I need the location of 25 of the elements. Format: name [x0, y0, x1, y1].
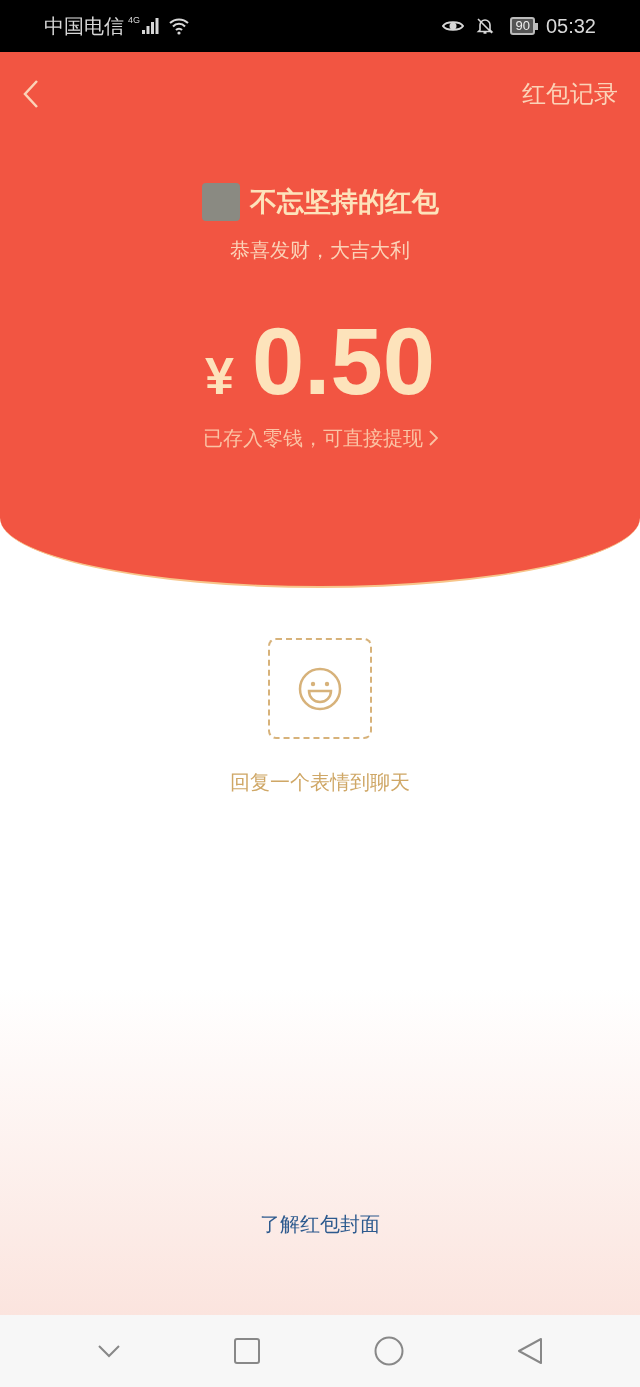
muted-bell-icon: [476, 17, 495, 35]
back-icon[interactable]: [22, 79, 40, 109]
reply-label: 回复一个表情到聊天: [230, 769, 410, 796]
emoji-reply-button[interactable]: [268, 638, 372, 739]
greeting-text: 恭喜发财，大吉大利: [230, 236, 410, 264]
sender-name: 不忘坚持的红包: [249, 185, 439, 219]
smiley-icon: [298, 666, 342, 711]
back-triangle-icon[interactable]: [517, 1337, 544, 1365]
network-text: 4G: [128, 14, 140, 27]
withdraw-link[interactable]: 已存入零钱，可直接提现: [202, 422, 438, 453]
square-icon[interactable]: [234, 1338, 261, 1364]
cover-link[interactable]: 了解红包封面: [260, 1209, 380, 1239]
eye-icon: [442, 18, 465, 34]
circle-icon[interactable]: [373, 1336, 404, 1366]
battery-indicator: 90: [510, 17, 538, 35]
currency-symbol: ¥: [205, 345, 234, 407]
carrier-text: 中国电信: [44, 13, 124, 40]
chevron-down-icon[interactable]: [96, 1344, 121, 1358]
wifi-icon: [168, 17, 190, 35]
avatar-placeholder: [201, 183, 240, 222]
chevron-icon: [428, 429, 438, 446]
records-link[interactable]: 红包记录: [522, 76, 618, 112]
amount-text: 0.50: [252, 314, 435, 409]
time-text: 05:32: [545, 14, 596, 39]
signal-icon: [142, 18, 160, 34]
